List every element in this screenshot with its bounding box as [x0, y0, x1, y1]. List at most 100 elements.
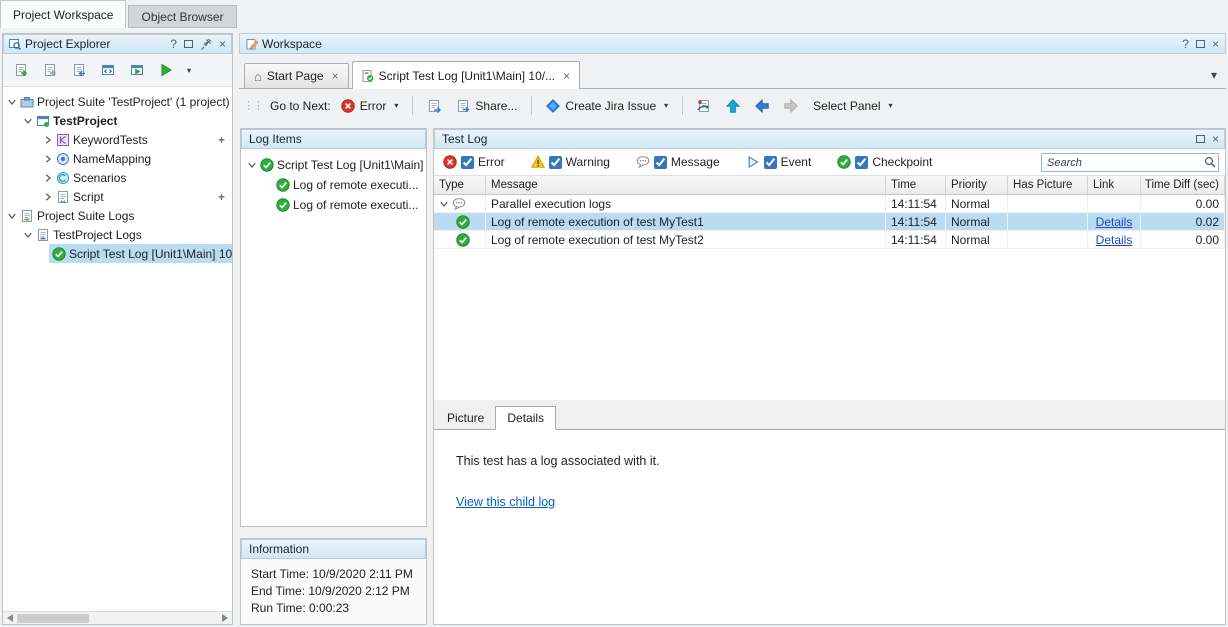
- log-row-mytest1[interactable]: Log of remote execution of test MyTest1 …: [434, 213, 1225, 231]
- tree-item-namemapping[interactable]: NameMapping: [3, 149, 232, 168]
- tree-item-script-test-log[interactable]: Script Test Log [Unit1\Main] 10/9: [3, 244, 232, 263]
- up-one-level-button[interactable]: [721, 96, 745, 116]
- chevron-expanded-icon[interactable]: [7, 211, 17, 221]
- add-existing-item-button[interactable]: [39, 59, 61, 81]
- go-to-next-error-button[interactable]: Error ▾: [336, 96, 404, 116]
- pin-icon[interactable]: [200, 38, 212, 50]
- log-row-mytest2[interactable]: Log of remote execution of test MyTest2 …: [434, 231, 1225, 249]
- search-input[interactable]: [1041, 153, 1219, 172]
- tree-item-project-suite-logs[interactable]: Project Suite Logs: [3, 206, 232, 225]
- chevron-expanded-icon[interactable]: [23, 116, 33, 126]
- chevron-collapsed-icon[interactable]: [43, 135, 53, 145]
- column-header-link[interactable]: Link: [1088, 176, 1141, 194]
- log-items-header: Log Items: [241, 129, 426, 149]
- message-icon: [636, 155, 650, 169]
- column-header-time-diff[interactable]: Time Diff (sec): [1141, 176, 1225, 194]
- cell-has-picture: [1008, 213, 1088, 230]
- run-project-suite-icon: [130, 63, 144, 77]
- tab-start-page[interactable]: ⌂ Start Page ×: [244, 63, 349, 88]
- add-new-item-button[interactable]: [10, 59, 32, 81]
- create-jira-issue-button[interactable]: Create Jira Issue ▾: [541, 96, 673, 116]
- close-tab-icon[interactable]: ×: [332, 69, 339, 83]
- chevron-expanded-icon[interactable]: [247, 160, 257, 170]
- select-panel-button[interactable]: Select Panel ▾: [808, 96, 897, 116]
- scenarios-icon: [56, 171, 70, 185]
- share-button[interactable]: Share...: [451, 96, 522, 116]
- warning-checkbox[interactable]: [549, 156, 562, 169]
- error-checkbox[interactable]: [461, 156, 474, 169]
- column-header-type[interactable]: Type: [434, 176, 486, 194]
- tree-item-testproject[interactable]: TestProject: [3, 111, 232, 130]
- close-icon[interactable]: ×: [219, 39, 226, 49]
- scroll-left-arrow[interactable]: [7, 614, 13, 622]
- cell-message: Parallel execution logs: [486, 195, 886, 212]
- export-log-button[interactable]: [422, 96, 446, 116]
- tree-item-project-suite[interactable]: Project Suite 'TestProject' (1 project): [3, 92, 232, 111]
- project-logs-icon: [36, 228, 50, 242]
- code-editor-button[interactable]: [97, 59, 119, 81]
- details-link[interactable]: Details: [1096, 233, 1133, 247]
- float-panel-icon[interactable]: [1196, 135, 1205, 143]
- details-link[interactable]: Details: [1096, 215, 1133, 229]
- chevron-collapsed-icon[interactable]: [43, 192, 53, 202]
- forward-button[interactable]: [779, 96, 803, 116]
- tab-details[interactable]: Details: [495, 406, 556, 430]
- log-item-child[interactable]: Log of remote executi...: [241, 175, 426, 195]
- information-panel: Information Start Time: 10/9/2020 2:11 P…: [240, 538, 427, 625]
- tree-item-keywordtests[interactable]: KeywordTests +: [3, 130, 232, 149]
- chevron-expanded-icon[interactable]: [7, 97, 17, 107]
- add-keyword-test-button[interactable]: +: [218, 133, 225, 147]
- search-icon: [1204, 156, 1216, 168]
- log-item-child[interactable]: Log of remote executi...: [241, 195, 426, 215]
- column-header-has-picture[interactable]: Has Picture: [1008, 176, 1088, 194]
- jump-to-test-button[interactable]: [692, 96, 716, 116]
- message-checkbox[interactable]: [654, 156, 667, 169]
- log-grid-header: Type Message Time Priority Has Picture L…: [434, 176, 1225, 195]
- chevron-expanded-icon[interactable]: [23, 230, 33, 240]
- toolbar-grip[interactable]: ⋮⋮: [243, 99, 263, 112]
- tree-item-scenarios[interactable]: Scenarios: [3, 168, 232, 187]
- import-item-button[interactable]: [68, 59, 90, 81]
- run-project-button[interactable]: [155, 59, 177, 81]
- tab-list-dropdown-icon[interactable]: ▾: [1211, 68, 1217, 82]
- help-icon[interactable]: ?: [170, 39, 177, 49]
- tab-script-test-log[interactable]: Script Test Log [Unit1\Main] 10/... ×: [352, 61, 581, 89]
- column-header-priority[interactable]: Priority: [946, 176, 1008, 194]
- tree-item-label: NameMapping: [73, 152, 151, 166]
- column-header-time[interactable]: Time: [886, 176, 946, 194]
- log-row-parallel-execution[interactable]: Parallel execution logs 14:11:54 Normal …: [434, 195, 1225, 213]
- float-panel-icon[interactable]: [184, 40, 193, 48]
- chevron-collapsed-icon[interactable]: [43, 154, 53, 164]
- chevron-collapsed-icon[interactable]: [43, 173, 53, 183]
- run-project-suite-button[interactable]: [126, 59, 148, 81]
- tree-item-testproject-logs[interactable]: TestProject Logs: [3, 225, 232, 244]
- log-grid: Type Message Time Priority Has Picture L…: [434, 176, 1225, 400]
- tree-item-script[interactable]: Script +: [3, 187, 232, 206]
- log-item-label: Log of remote executi...: [293, 198, 418, 212]
- help-icon[interactable]: ?: [1182, 39, 1189, 49]
- details-tab-bar: Picture Details: [434, 405, 1225, 429]
- scrollbar-thumb[interactable]: [17, 614, 89, 623]
- filter-message: Message: [636, 155, 720, 169]
- button-label: Share...: [475, 99, 517, 113]
- tab-project-workspace[interactable]: Project Workspace: [0, 0, 126, 28]
- error-icon: [341, 99, 355, 113]
- close-tab-icon[interactable]: ×: [563, 69, 570, 83]
- run-options-caret-icon[interactable]: ▾: [187, 66, 191, 75]
- add-script-button[interactable]: +: [218, 190, 225, 204]
- view-child-log-link[interactable]: View this child log: [456, 495, 555, 509]
- close-icon[interactable]: ×: [1212, 134, 1219, 144]
- horizontal-scrollbar[interactable]: [3, 611, 232, 624]
- tab-object-browser[interactable]: Object Browser: [128, 5, 236, 28]
- close-icon[interactable]: ×: [1212, 39, 1219, 49]
- checkpoint-checkbox[interactable]: [855, 156, 868, 169]
- column-header-message[interactable]: Message: [486, 176, 886, 194]
- back-button[interactable]: [750, 96, 774, 116]
- information-body: Start Time: 10/9/2020 2:11 PM End Time: …: [241, 559, 426, 624]
- log-items-root[interactable]: Script Test Log [Unit1\Main]: [241, 155, 426, 175]
- event-checkbox[interactable]: [764, 156, 777, 169]
- float-panel-icon[interactable]: [1196, 40, 1205, 48]
- row-expander-icon[interactable]: [439, 199, 449, 209]
- tab-picture[interactable]: Picture: [436, 407, 495, 429]
- scroll-right-arrow[interactable]: [222, 614, 228, 622]
